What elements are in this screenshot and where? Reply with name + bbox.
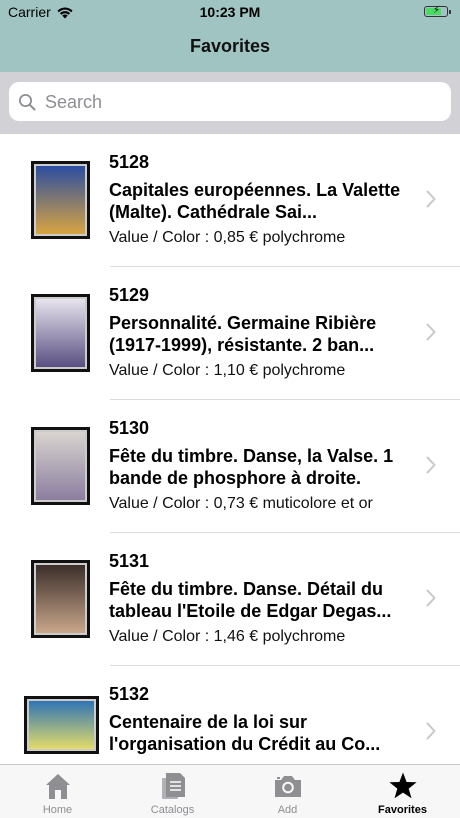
- stamp-title: Fête du timbre. Danse. Détail du tableau…: [109, 579, 392, 621]
- stamp-thumbnail: [31, 427, 90, 505]
- list-item[interactable]: 5128 Capitales européennes. La Valette (…: [0, 134, 460, 267]
- chevron-right-icon: [426, 722, 436, 740]
- stamp-number: 5129: [109, 285, 150, 305]
- stamp-title: Personnalité. Germaine Ribière (1917-199…: [109, 313, 377, 355]
- chevron-right-icon: [426, 589, 436, 607]
- stamp-thumbnail: [31, 161, 90, 239]
- list-item[interactable]: 5130 Fête du timbre. Danse, la Valse. 1 …: [0, 400, 460, 533]
- tab-catalogs[interactable]: Catalogs: [115, 765, 230, 818]
- screen: Carrier 10:23 PM ⚡ Favorites Search 5128…: [0, 0, 460, 818]
- stamp-image: [36, 299, 85, 367]
- stamp-image: [36, 432, 85, 500]
- list-item[interactable]: 5131 Fête du timbre. Danse. Détail du ta…: [0, 533, 460, 666]
- stamp-value: Value / Color : 0,73 € muticolore et or: [109, 495, 373, 512]
- chevron-right-icon: [426, 456, 436, 474]
- stamp-image: [36, 166, 85, 234]
- stamp-number: 5131: [109, 551, 150, 571]
- catalog-icon: [161, 773, 185, 799]
- tab-add[interactable]: Add: [230, 765, 345, 818]
- stamp-thumbnail: [24, 696, 99, 754]
- battery-icon: ⚡: [424, 5, 451, 17]
- tab-home[interactable]: Home: [0, 765, 115, 818]
- tab-label: Home: [42, 804, 73, 816]
- tab-label: Favorites: [378, 804, 427, 816]
- stamp-number: 5132: [109, 684, 150, 704]
- camera-icon: [274, 776, 301, 797]
- stamp-image: [36, 565, 85, 633]
- search-bar: [0, 72, 460, 134]
- home-icon: [45, 774, 70, 799]
- navigation-bar: Carrier 10:23 PM ⚡ Favorites: [0, 0, 460, 72]
- stamp-image: [29, 701, 94, 749]
- search-input[interactable]: [43, 82, 447, 123]
- stamp-title: Fête du timbre. Danse, la Valse. 1 bande…: [109, 446, 394, 488]
- tab-favorites[interactable]: Favorites: [345, 765, 460, 818]
- search-icon: [19, 94, 36, 111]
- charging-icon: ⚡: [433, 5, 441, 16]
- favorites-list: 5128 Capitales européennes. La Valette (…: [0, 134, 460, 764]
- clock: 10:23 PM: [199, 4, 261, 20]
- list-item[interactable]: 5129 Personnalité. Germaine Ribière (191…: [0, 267, 460, 400]
- stamp-title: Capitales européennes. La Valette (Malte…: [109, 180, 401, 222]
- stamp-value: Value / Color : 0,85 € polychrome: [109, 229, 346, 246]
- status-bar: Carrier 10:23 PM ⚡: [0, 0, 460, 24]
- stamp-title: Centenaire de la loi sur l'organisation …: [109, 712, 381, 754]
- stamp-value: Value / Color : 1,10 € polychrome: [109, 362, 346, 379]
- tab-label: Add: [277, 804, 298, 816]
- stamp-value: Value / Color : 1,46 € polychrome: [109, 628, 346, 645]
- stamp-number: 5128: [109, 152, 150, 172]
- star-icon: [388, 772, 417, 799]
- stamp-number: 5130: [109, 418, 150, 438]
- tab-bar: Home Catalogs Add Favorites: [0, 764, 460, 818]
- chevron-right-icon: [426, 190, 436, 208]
- chevron-right-icon: [426, 323, 436, 341]
- stamp-thumbnail: [31, 560, 90, 638]
- tab-label: Catalogs: [150, 804, 195, 816]
- page-title: Favorites: [189, 36, 271, 56]
- stamp-thumbnail: [31, 294, 90, 372]
- search-field[interactable]: [9, 82, 451, 123]
- list-item[interactable]: 5132 Centenaire de la loi sur l'organisa…: [0, 666, 460, 764]
